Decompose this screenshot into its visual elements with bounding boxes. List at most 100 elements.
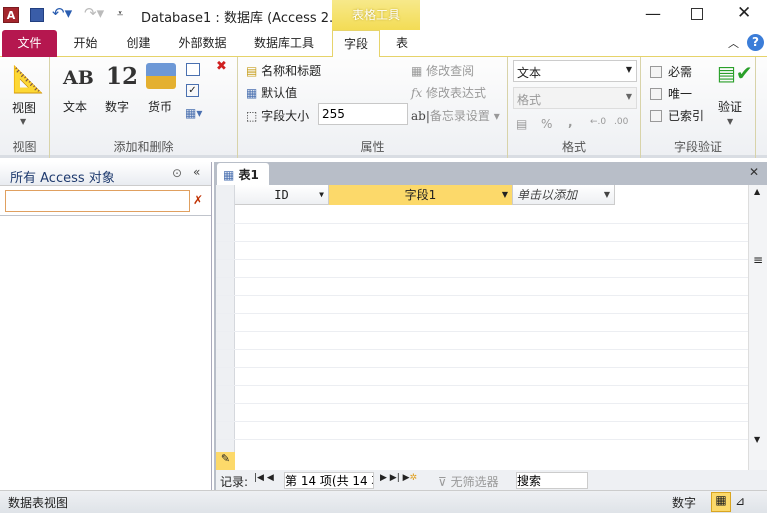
format-select[interactable]: 格式 ▼ xyxy=(513,87,637,109)
view-button[interactable]: 视图 xyxy=(12,99,36,116)
ribbon-tabs: 文件 开始 创建 外部数据 数据库工具 字段 表 ︿ ? xyxy=(0,30,767,58)
group-add-delete: AB 文本 12 数字 货币 ✓ ▦▾ ✖ 添加和删除 xyxy=(50,57,238,158)
view-icon: 📐 xyxy=(12,65,45,95)
maximize-button[interactable] xyxy=(691,8,703,20)
first-record-button[interactable]: |◀ ◀ xyxy=(254,473,274,483)
tab-home[interactable]: 开始 xyxy=(63,30,108,57)
indexed-checkbox[interactable]: 已索引 xyxy=(650,107,704,124)
validation-button[interactable]: 验证 xyxy=(718,98,742,115)
text-field-icon: AB xyxy=(63,67,94,89)
record-position-input[interactable] xyxy=(284,472,374,489)
date-field-icon[interactable] xyxy=(186,63,200,76)
column-header-id[interactable]: ID ▼ xyxy=(235,185,329,205)
more-fields-icon[interactable]: ▦▾ xyxy=(185,106,202,120)
group-label: 视图 xyxy=(12,140,37,154)
percent-button[interactable]: % xyxy=(541,117,552,131)
datasheet-view-button[interactable]: ▦ xyxy=(711,492,731,512)
nav-header[interactable]: 所有 Access 对象 ⊙ « xyxy=(0,162,211,186)
label: 字段1 xyxy=(404,188,437,202)
label: 备忘录设置 xyxy=(429,109,490,123)
default-value-button[interactable]: ▦ 默认值 xyxy=(246,84,297,101)
label: 必需 xyxy=(668,65,693,79)
chevron-down-icon[interactable]: ▼ xyxy=(604,185,610,205)
scroll-up-icon[interactable]: ▲ xyxy=(754,187,760,196)
tab-table[interactable]: 表 xyxy=(388,30,416,57)
checkbox-field-icon[interactable]: ✓ xyxy=(186,84,199,97)
field-size-icon: ⬚ xyxy=(246,109,258,123)
label: 文本 xyxy=(517,66,542,80)
undo-icon[interactable]: ↶▾ xyxy=(52,4,72,22)
tab-file[interactable]: 文件 xyxy=(2,30,57,57)
add-text-button[interactable]: 文本 xyxy=(63,98,87,115)
delete-field-icon[interactable]: ✖ xyxy=(216,59,227,74)
scroll-thumb[interactable]: ≡ xyxy=(753,253,763,267)
required-checkbox[interactable]: 必需 xyxy=(650,63,692,80)
column-header-click-to-add[interactable]: 单击以添加 ▼ xyxy=(513,185,615,205)
record-navigation-bar: 记录: |◀ ◀ ▶ ▶| ▶✲ ⊽ 无筛选器 xyxy=(216,470,767,490)
unique-checkbox[interactable]: 唯一 xyxy=(650,85,692,102)
modify-lookup-button[interactable]: ▦ 修改查阅 xyxy=(411,62,474,79)
close-doc-icon[interactable]: ✕ xyxy=(749,165,759,179)
tab-create[interactable]: 创建 xyxy=(116,30,161,57)
memo-settings-button[interactable]: ab|备忘录设置 ▾ xyxy=(411,107,500,124)
new-record-pencil-icon: ✎ xyxy=(216,452,235,470)
doc-tab-table1[interactable]: ▦ 表1 xyxy=(217,163,269,185)
chevron-down-icon[interactable]: ▼ xyxy=(502,185,508,205)
decrease-decimals-icon[interactable]: .00 xyxy=(614,117,628,127)
column-header-field1[interactable]: 字段1 ▼ xyxy=(329,185,513,205)
data-type-select[interactable]: 文本 ▼ xyxy=(513,60,637,82)
minimize-button[interactable]: — xyxy=(645,4,661,23)
design-view-button[interactable]: ⊿ xyxy=(735,494,745,508)
clear-search-icon[interactable]: ✗ xyxy=(193,193,203,207)
nav-search-input[interactable] xyxy=(5,190,190,212)
record-label: 记录: xyxy=(220,475,249,489)
group-label: 属性 xyxy=(360,140,385,154)
add-number-button[interactable]: 数字 xyxy=(105,98,129,115)
chevron-down-icon[interactable]: ▼ xyxy=(319,185,324,205)
label: 修改表达式 xyxy=(426,86,487,100)
filter-icon: ⊽ xyxy=(438,475,447,489)
currency-format-icon[interactable]: ▤ xyxy=(516,117,527,131)
nav-title: 所有 Access 对象 xyxy=(10,171,115,186)
view-dropdown-icon[interactable]: ▼ xyxy=(20,117,26,126)
status-numlock: 数字 xyxy=(672,496,697,510)
save-icon[interactable] xyxy=(30,8,44,22)
vertical-scrollbar[interactable]: ▲ ≡ ▼ xyxy=(748,185,767,470)
close-button[interactable]: ✕ xyxy=(737,3,751,23)
chevron-down-icon[interactable]: ▼ xyxy=(727,117,733,126)
help-icon[interactable]: ? xyxy=(747,34,764,51)
label: 已索引 xyxy=(668,109,705,123)
row-gridline xyxy=(216,385,748,386)
tab-fields[interactable]: 字段 xyxy=(332,30,380,58)
field-size-input[interactable] xyxy=(318,103,408,125)
validation-icon: ▤✔ xyxy=(717,61,753,85)
group-label: 格式 xyxy=(561,140,586,154)
nav-menu-icon[interactable]: ⊙ xyxy=(172,166,182,180)
checkbox-icon xyxy=(650,110,662,122)
redo-icon[interactable]: ↷▾ xyxy=(84,4,104,22)
scroll-down-icon[interactable]: ▼ xyxy=(754,435,760,444)
field-size-label: ⬚ 字段大小 xyxy=(246,107,309,124)
window-title: Database1 : 数据库 (Access 2... xyxy=(141,11,342,26)
next-last-record-button[interactable]: ▶ ▶| ▶✲ xyxy=(380,473,417,483)
add-currency-button[interactable]: 货币 xyxy=(148,98,172,115)
row-gridline xyxy=(216,241,748,242)
row-gridline xyxy=(216,403,748,404)
collapse-ribbon-icon[interactable]: ︿ xyxy=(728,35,739,51)
label: 字段大小 xyxy=(261,109,310,123)
tab-database-tools[interactable]: 数据库工具 xyxy=(248,30,320,57)
ribbon: 📐 视图 ▼ 视图 AB 文本 12 数字 货币 ✓ ▦▾ ✖ 添加和删除 ▤ … xyxy=(0,57,767,158)
group-format: 文本 ▼ 格式 ▼ ▤ % , ←.0 .00 格式 xyxy=(508,57,641,158)
increase-decimals-icon[interactable]: ←.0 xyxy=(590,117,606,127)
modify-expression-button[interactable]: fx 修改表达式 xyxy=(411,84,486,101)
customize-qat-icon[interactable]: ⩡ xyxy=(117,7,123,21)
search-input[interactable] xyxy=(516,472,588,489)
filter-button[interactable]: ⊽ 无筛选器 xyxy=(438,473,499,490)
name-caption-button[interactable]: ▤ 名称和标题 xyxy=(246,62,321,79)
navigation-pane: 所有 Access 对象 ⊙ « ✗ xyxy=(0,162,212,490)
tab-external-data[interactable]: 外部数据 xyxy=(170,30,235,57)
default-value-icon: ▦ xyxy=(246,86,258,100)
record-selector-column[interactable] xyxy=(216,185,235,455)
collapse-nav-icon[interactable]: « xyxy=(193,165,200,179)
comma-button[interactable]: , xyxy=(568,115,573,129)
